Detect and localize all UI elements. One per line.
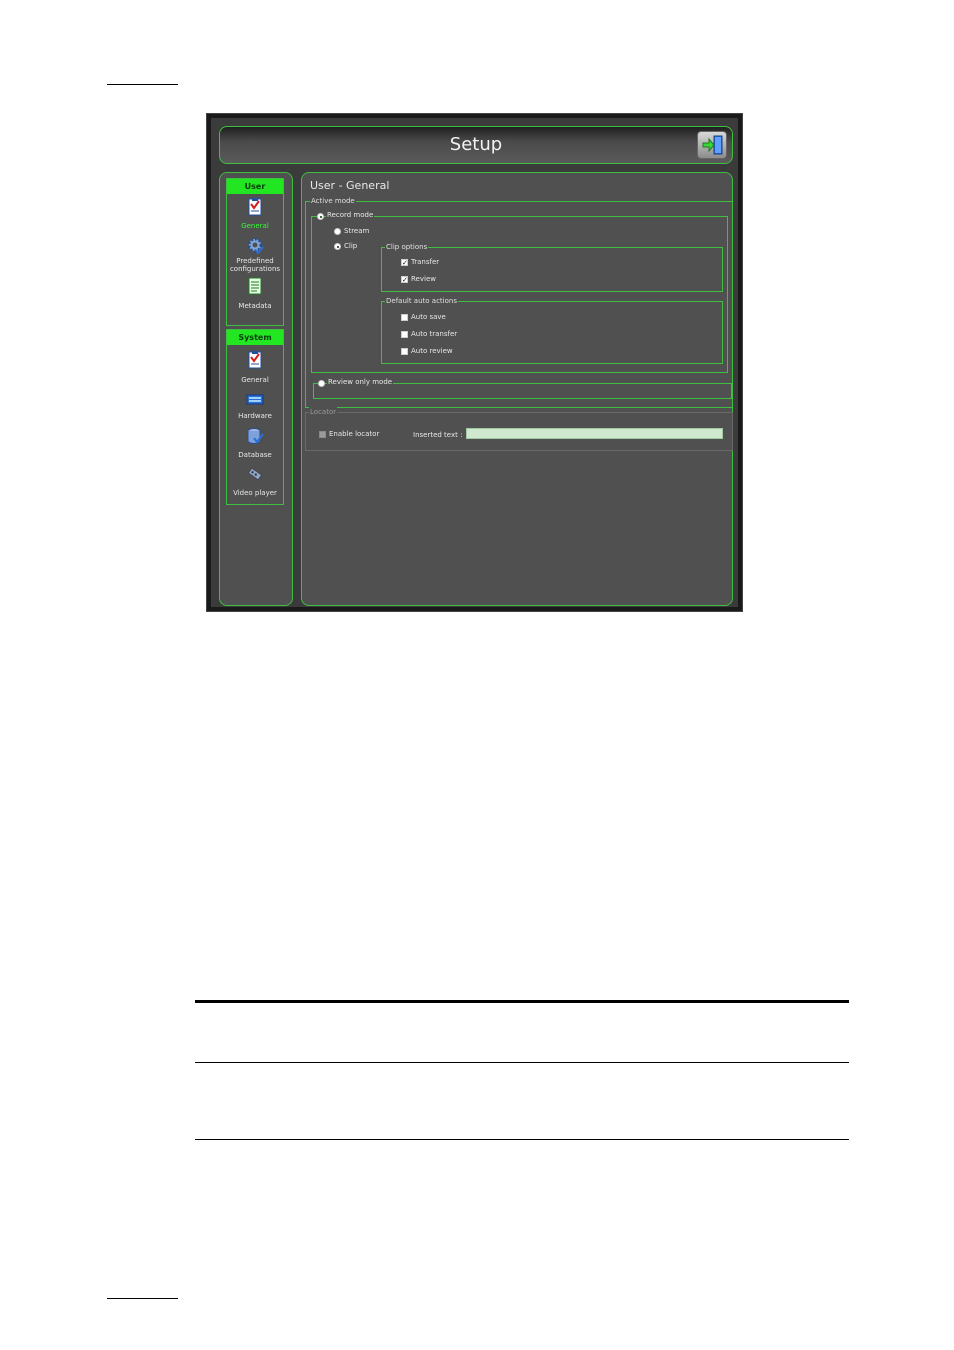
review-only-mode-radio[interactable] <box>318 380 325 387</box>
exit-button[interactable] <box>697 131 727 159</box>
locator-group: Locator Enable locator Inserted text : <box>305 407 733 451</box>
record-mode-label[interactable]: Record mode <box>326 211 375 220</box>
sidebar-item-predefined-configurations[interactable]: Predefined configurations <box>227 236 283 276</box>
film-icon <box>247 467 263 481</box>
sidebar: User General Predefined configurations M… <box>219 172 293 606</box>
sidebar-item-video-player[interactable]: Video player <box>227 465 283 501</box>
title-bar: Setup <box>219 126 733 164</box>
system-group: System General Hardware Database Video p… <box>226 329 284 505</box>
table-top-rule <box>195 1000 849 1003</box>
sidebar-item-label: Database <box>238 451 272 459</box>
locator-legend: Locator <box>309 407 338 417</box>
clip-radio[interactable] <box>334 243 341 250</box>
sidebar-item-label: General <box>241 222 269 230</box>
auto-transfer-checkbox[interactable] <box>401 331 408 338</box>
checklist-icon <box>248 351 262 369</box>
review-checkbox[interactable]: ✓ <box>401 276 408 284</box>
auto-review-checkbox[interactable] <box>401 348 408 355</box>
default-auto-actions-legend: Default auto actions <box>385 296 458 306</box>
user-group: User General Predefined configurations M… <box>226 178 284 326</box>
clip-label[interactable]: Clip <box>344 242 357 251</box>
page-title: User - General <box>310 179 390 192</box>
transfer-checkbox[interactable]: ✓ <box>401 259 408 267</box>
inserted-text-field[interactable] <box>466 428 723 439</box>
hardware-icon <box>246 394 264 405</box>
sidebar-item-label: Hardware <box>238 412 272 420</box>
review-label[interactable]: Review <box>411 275 436 284</box>
record-mode-radio[interactable] <box>317 213 324 220</box>
sidebar-item-user-general[interactable]: General <box>227 198 283 234</box>
page-header-rule <box>107 84 178 85</box>
inserted-text-label: Inserted text : <box>413 431 463 439</box>
stream-radio[interactable] <box>334 228 341 235</box>
document-icon <box>248 277 262 295</box>
record-mode-group: Record mode Stream Clip Clip options ✓ T… <box>311 211 728 373</box>
active-mode-legend: Active mode <box>310 196 356 206</box>
sidebar-item-system-general[interactable]: General <box>227 351 283 387</box>
exit-door-icon <box>702 135 723 155</box>
auto-transfer-label[interactable]: Auto transfer <box>411 330 457 339</box>
auto-save-label[interactable]: Auto save <box>411 313 446 322</box>
sidebar-item-label: Metadata <box>238 302 272 310</box>
system-group-header: System <box>227 330 283 345</box>
sidebar-item-database[interactable]: Database <box>227 427 283 463</box>
checklist-icon <box>248 198 262 216</box>
user-group-header: User <box>227 179 283 194</box>
database-icon <box>247 428 264 444</box>
table-middle-rule <box>195 1062 849 1063</box>
gear-icon <box>247 237 264 254</box>
sidebar-item-label: General <box>241 376 269 384</box>
sidebar-item-hardware[interactable]: Hardware <box>227 390 283 426</box>
table-bottom-rule <box>195 1139 849 1140</box>
clip-options-group: Clip options ✓ Transfer ✓ Review <box>381 242 723 292</box>
sidebar-item-label: Video player <box>233 489 277 497</box>
clip-options-legend: Clip options <box>385 242 429 252</box>
review-only-mode-group: Review only mode <box>313 378 732 399</box>
sidebar-item-label: Predefined configurations <box>229 257 281 273</box>
enable-locator-checkbox[interactable] <box>319 431 326 438</box>
auto-save-checkbox[interactable] <box>401 314 408 321</box>
window-body: Setup User General Predefined configurat… <box>211 118 738 607</box>
active-mode-group: Active mode Record mode Stream Clip Clip… <box>305 196 733 408</box>
sidebar-item-metadata[interactable]: Metadata <box>227 277 283 317</box>
transfer-label[interactable]: Transfer <box>411 258 439 267</box>
page-footer-rule <box>107 1298 178 1299</box>
stream-label[interactable]: Stream <box>344 227 369 236</box>
main-panel: User - General Active mode Record mode S… <box>301 172 733 606</box>
window-title: Setup <box>449 134 503 155</box>
default-auto-actions-group: Default auto actions Auto save Auto tran… <box>381 296 723 364</box>
setup-window: Setup User General Predefined configurat… <box>206 113 743 612</box>
review-only-mode-label[interactable]: Review only mode <box>327 378 394 387</box>
auto-review-label[interactable]: Auto review <box>411 347 453 356</box>
enable-locator-label[interactable]: Enable locator <box>329 430 379 439</box>
